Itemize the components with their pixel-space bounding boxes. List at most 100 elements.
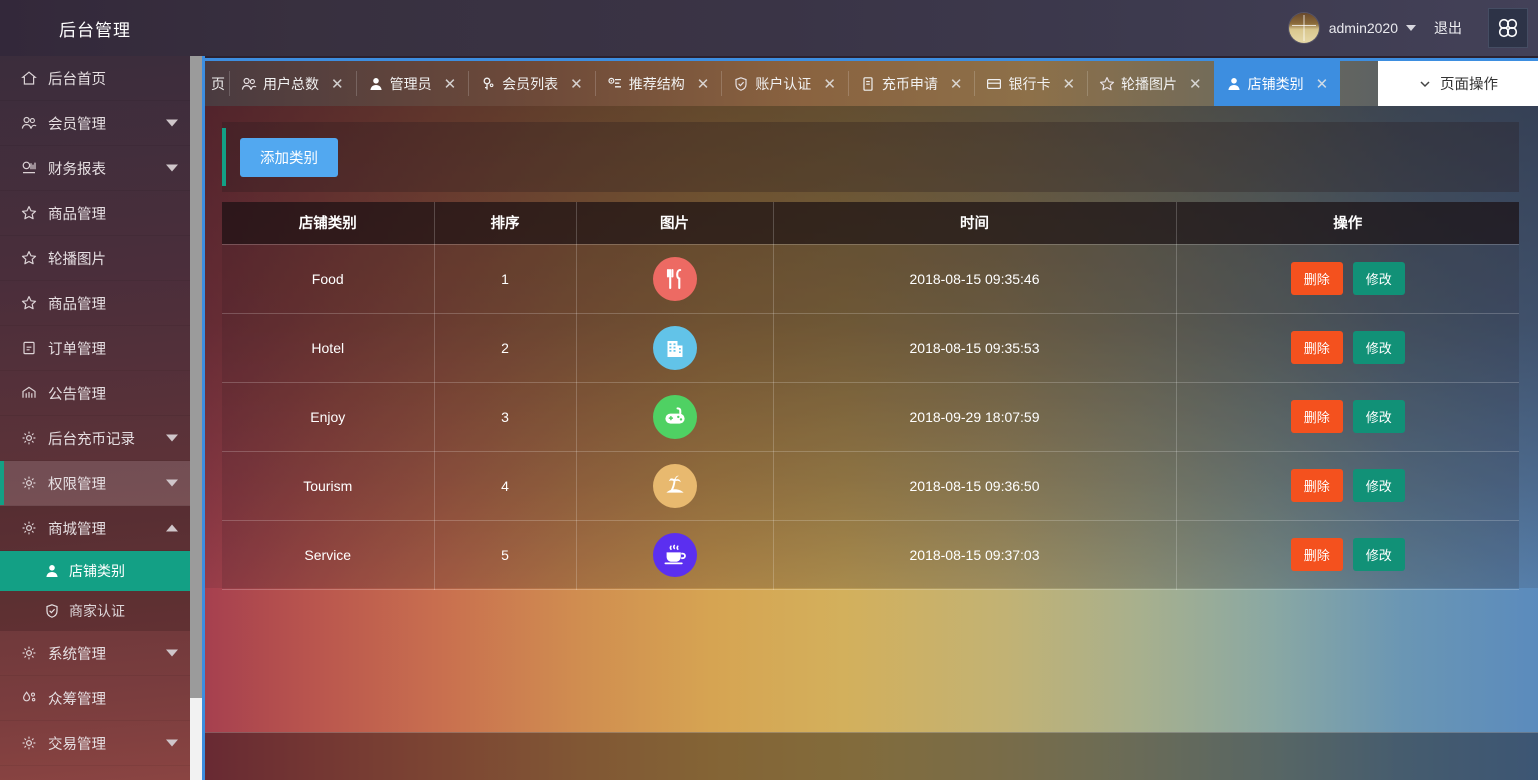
tab-label: 推荐结构 (629, 74, 685, 94)
user-group-icon (18, 115, 40, 131)
tab-label: 会员列表 (502, 74, 558, 94)
page-operations-button[interactable]: 页面操作 (1378, 61, 1538, 106)
user-icon (42, 563, 62, 579)
sidebar-item-items-4[interactable]: 轮播图片 (0, 236, 190, 281)
delete-button[interactable]: 删除 (1291, 469, 1343, 502)
cell-sort: 2 (434, 313, 576, 382)
tab-close-icon[interactable]: ✕ (1189, 75, 1202, 93)
sidebar-item-items-10[interactable]: 商城管理 (0, 506, 190, 551)
delete-button[interactable]: 删除 (1291, 331, 1343, 364)
tab-label: 店铺类别 (1248, 74, 1304, 94)
table-row: Food12018-08-15 09:35:46删除修改 (222, 244, 1519, 313)
table-toolbar: 添加类别 (222, 122, 1519, 192)
sidebar-item-label: 会员管理 (48, 113, 106, 134)
tab-label: 轮播图片 (1121, 74, 1177, 94)
cell-image (576, 313, 773, 382)
chevron-down-icon[interactable] (1406, 25, 1416, 31)
table-header-row: 店铺类别排序图片时间操作 (222, 202, 1519, 244)
gear-icon (18, 520, 40, 536)
tab-close-icon[interactable]: ✕ (950, 75, 963, 93)
cutlery-icon (653, 257, 697, 301)
tab-4[interactable]: 账户认证 ✕ (721, 61, 848, 106)
cell-image (576, 451, 773, 520)
delete-button[interactable]: 删除 (1291, 262, 1343, 295)
sidebar-item-items-9[interactable]: 权限管理 (0, 461, 190, 506)
sidebar-item-items-3[interactable]: 商品管理 (0, 191, 190, 236)
chevron-down-icon (166, 650, 178, 657)
sidebar-edge-accent (202, 56, 205, 780)
tab-close-icon[interactable]: ✕ (570, 75, 583, 93)
sidebar-subitem-0[interactable]: 店铺类别 (0, 551, 190, 591)
user-icon (1226, 76, 1242, 92)
tab-partial[interactable]: 页 (205, 61, 229, 106)
home-icon (18, 70, 40, 86)
logout-button[interactable]: 退出 (1434, 18, 1462, 38)
sidebar-item-items_after-0[interactable]: 系统管理 (0, 631, 190, 676)
toolbar-accent-bar (222, 128, 226, 186)
sidebar-item-label: 权限管理 (48, 473, 106, 494)
tab-label: 账户认证 (755, 74, 811, 94)
cell-actions: 删除修改 (1176, 244, 1519, 313)
cell-image (576, 382, 773, 451)
sidebar-item-items-6[interactable]: 订单管理 (0, 326, 190, 371)
tab-close-icon[interactable]: ✕ (444, 75, 457, 93)
edit-button[interactable]: 修改 (1353, 262, 1405, 295)
chevron-down-icon (166, 740, 178, 747)
tab-3[interactable]: 推荐结构 ✕ (595, 61, 722, 106)
tab-close-icon[interactable]: ✕ (1062, 75, 1075, 93)
gear-icon (18, 735, 40, 751)
sidebar-scrollbar-thumb[interactable] (190, 698, 202, 780)
crowdfunding-icon (18, 690, 40, 706)
card-icon (986, 76, 1002, 92)
clover-logo-icon[interactable] (1488, 8, 1528, 48)
table-column-header: 图片 (576, 202, 773, 244)
sidebar-item-items-8[interactable]: 后台充币记录 (0, 416, 190, 461)
sidebar-item-items_after-2[interactable]: 交易管理 (0, 721, 190, 766)
cell-category: Food (222, 244, 434, 313)
tab-close-icon[interactable]: ✕ (697, 75, 710, 93)
admin-dashboard: 后台管理 admin2020 退出 后台首页会员管理财务报表商品管理轮播图片商品… (0, 0, 1538, 780)
edit-button[interactable]: 修改 (1353, 538, 1405, 571)
sidebar-subitem-1[interactable]: 商家认证 (0, 591, 190, 631)
tab-7[interactable]: 轮播图片 ✕ (1087, 61, 1214, 106)
tab-2[interactable]: 会员列表 ✕ (468, 61, 595, 106)
sidebar-item-label: 商品管理 (48, 293, 106, 314)
tab-label: 管理员 (390, 74, 432, 94)
sidebar-item-items-2[interactable]: 财务报表 (0, 146, 190, 191)
tab-6[interactable]: 银行卡✕ (974, 61, 1087, 106)
sidebar-item-items-0[interactable]: 后台首页 (0, 56, 190, 101)
edit-button[interactable]: 修改 (1353, 400, 1405, 433)
sidebar-item-items-1[interactable]: 会员管理 (0, 101, 190, 146)
tab-close-icon[interactable]: ✕ (823, 75, 836, 93)
sidebar-item-label: 订单管理 (48, 338, 106, 359)
category-table-wrapper: 店铺类别排序图片时间操作 Food12018-08-15 09:35:46删除修… (222, 202, 1519, 590)
table-column-header: 时间 (773, 202, 1176, 244)
sidebar-item-label: 商城管理 (48, 518, 106, 539)
tab-close-icon[interactable]: ✕ (1316, 75, 1329, 93)
star-icon (18, 205, 40, 221)
cell-image (576, 244, 773, 313)
add-category-button[interactable]: 添加类别 (240, 138, 338, 177)
cell-category: Service (222, 520, 434, 589)
tab-0[interactable]: 用户总数✕ (229, 61, 356, 106)
sidebar-item-items_after-1[interactable]: 众筹管理 (0, 676, 190, 721)
shield-check-icon (42, 603, 62, 619)
table-column-header: 操作 (1176, 202, 1519, 244)
chevron-down-icon (166, 435, 178, 442)
sidebar-item-items-7[interactable]: 公告管理 (0, 371, 190, 416)
user-avatar-icon[interactable] (1289, 13, 1319, 43)
tab-1[interactable]: 管理员 ✕ (356, 61, 469, 106)
edit-button[interactable]: 修改 (1353, 331, 1405, 364)
delete-button[interactable]: 删除 (1291, 400, 1343, 433)
tab-5[interactable]: 充币申请✕ (848, 61, 975, 106)
user-outline-icon (480, 76, 496, 92)
sidebar-item-items-5[interactable]: 商品管理 (0, 281, 190, 326)
cell-actions: 删除修改 (1176, 520, 1519, 589)
delete-button[interactable]: 删除 (1291, 538, 1343, 571)
tab-8[interactable]: 店铺类别 ✕ (1214, 61, 1341, 106)
tab-close-icon[interactable]: ✕ (331, 75, 344, 93)
user-name-label[interactable]: admin2020 (1329, 20, 1398, 36)
edit-button[interactable]: 修改 (1353, 469, 1405, 502)
sidebar-scrollbar[interactable] (190, 56, 202, 780)
cell-sort: 1 (434, 244, 576, 313)
